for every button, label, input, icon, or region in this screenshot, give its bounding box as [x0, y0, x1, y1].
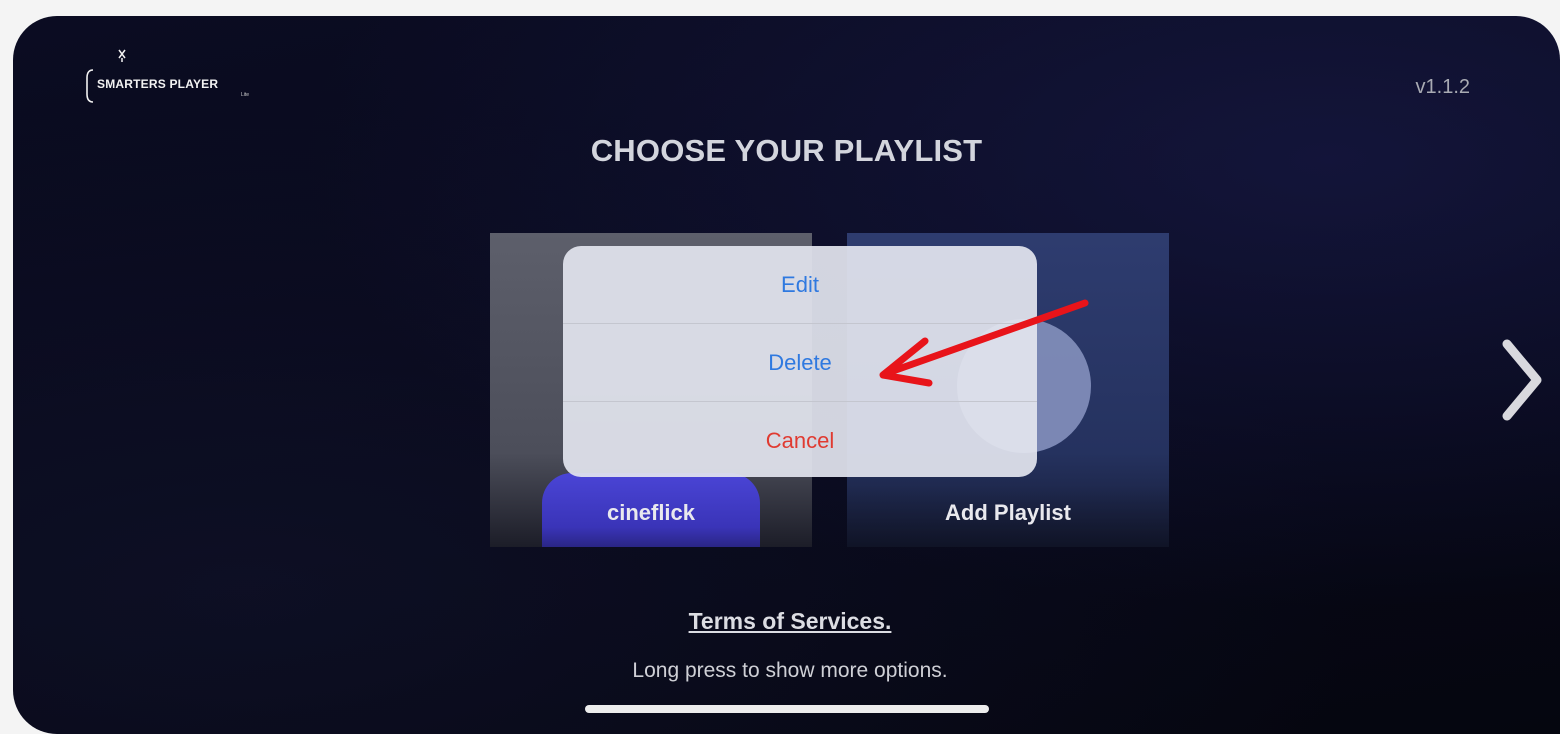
terms-of-services-link[interactable]: Terms of Services. [0, 608, 1560, 635]
chevron-right-icon[interactable] [1499, 338, 1545, 422]
add-playlist-label: Add Playlist [847, 485, 1169, 547]
home-indicator[interactable] [585, 705, 989, 713]
hint-text: Long press to show more options. [632, 659, 948, 682]
page-title: CHOOSE YOUR PLAYLIST [590, 133, 983, 168]
playlist-label: cineflick [606, 500, 696, 525]
red-arrow-icon [879, 299, 1089, 387]
logo-subtext: Lite [241, 92, 250, 98]
app-logo: SMARTERS PLAYER Lite [83, 46, 273, 104]
cancel-button[interactable]: Cancel [563, 402, 1037, 477]
version-label: v1.1.2 [1415, 76, 1470, 98]
logo-text: SMARTERS PLAYER [97, 77, 219, 91]
